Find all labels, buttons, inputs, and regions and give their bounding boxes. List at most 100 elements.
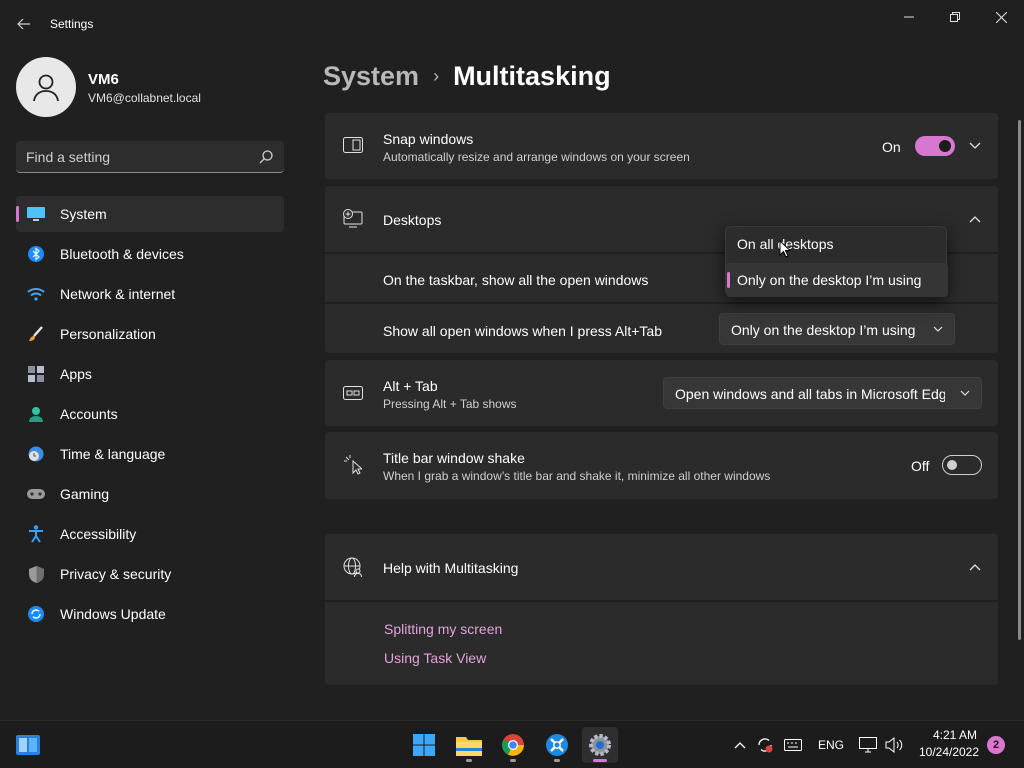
start-icon (413, 734, 435, 756)
help-link-task-view[interactable]: Using Task View (384, 650, 486, 666)
shield-icon (26, 565, 46, 583)
sync-icon[interactable] (756, 735, 774, 755)
sidebar-item-time-language[interactable]: Time & language (16, 436, 284, 472)
language-indicator[interactable]: ENG (814, 735, 848, 755)
sidebar-item-label: Privacy & security (60, 566, 172, 582)
close-icon (995, 11, 1007, 23)
shake-toggle[interactable] (942, 455, 982, 475)
file-explorer-button[interactable] (451, 727, 487, 763)
scrollbar[interactable] (1018, 120, 1021, 640)
snap-windows-title: Snap windows (383, 131, 474, 147)
shake-desc: When I grab a window’s title bar and sha… (383, 469, 771, 483)
search-icon (259, 150, 273, 164)
start-button[interactable] (406, 727, 442, 763)
alt-tab-select[interactable]: Open windows and all tabs in Microsoft E… (663, 377, 982, 409)
desktops-title: Desktops (383, 212, 442, 228)
chevron-up-icon[interactable] (967, 559, 983, 575)
bluetooth-icon (26, 245, 46, 263)
snap-windows-card[interactable]: Snap windows Automatically resize and ar… (325, 113, 998, 179)
snap-toggle-state: On (882, 139, 901, 155)
sidebar-item-bluetooth[interactable]: Bluetooth & devices (16, 236, 284, 272)
chevron-up-icon[interactable] (732, 735, 748, 755)
alt-tab-icon (342, 382, 364, 404)
taskbar-windows-label: On the taskbar, show all the open window… (383, 272, 649, 288)
update-icon (26, 605, 46, 623)
sidebar-item-label: Apps (60, 366, 92, 382)
taskbar: ENG (0, 720, 1024, 768)
gamepad-icon (26, 485, 46, 503)
running-indicator (554, 759, 560, 762)
settings-icon (589, 734, 611, 756)
chevron-down-icon[interactable] (967, 138, 983, 154)
alttab-windows-label: Show all open windows when I press Alt+T… (383, 323, 662, 339)
sidebar-item-gaming[interactable]: Gaming (16, 476, 284, 512)
sidebar-item-label: System (60, 206, 107, 222)
running-indicator (510, 759, 516, 762)
help-card[interactable]: Help with Multitasking (325, 534, 998, 600)
chevron-down-icon (960, 390, 970, 396)
alt-tab-title: Alt + Tab (383, 378, 438, 394)
file-explorer-icon (456, 737, 482, 756)
help-title: Help with Multitasking (383, 560, 519, 576)
chevron-up-icon[interactable] (967, 211, 983, 227)
sidebar-item-label: Bluetooth & devices (60, 246, 184, 262)
settings-button[interactable] (582, 727, 618, 763)
alt-tab-value: Open windows and all tabs in Microsoft E… (675, 386, 945, 402)
widgets-icon (16, 735, 40, 755)
pinned-app-button[interactable] (539, 727, 575, 763)
minimize-button[interactable] (894, 6, 924, 28)
chrome-icon (502, 734, 524, 756)
wifi-icon (26, 285, 46, 303)
user-name: VM6 (88, 71, 119, 88)
breadcrumb: System › Multitasking (323, 58, 611, 94)
shake-toggle-state: Off (911, 458, 930, 474)
brush-icon (26, 325, 46, 343)
sidebar-item-label: Gaming (60, 486, 110, 502)
volume-icon[interactable] (884, 735, 904, 755)
user-email: VM6@collabnet.local (88, 91, 201, 105)
avatar[interactable] (16, 57, 76, 117)
sidebar-item-accounts[interactable]: Accounts (16, 396, 284, 432)
clock-globe-icon (26, 445, 46, 463)
search-box[interactable] (16, 141, 284, 173)
back-arrow-icon (17, 18, 30, 30)
chrome-button[interactable] (495, 727, 531, 763)
snap-windows-desc: Automatically resize and arrange windows… (383, 150, 690, 164)
search-input[interactable] (26, 148, 246, 166)
sidebar-item-label: Network & internet (60, 286, 176, 302)
restore-icon (950, 12, 960, 22)
sidebar-item-privacy[interactable]: Privacy & security (16, 556, 284, 592)
sidebar-item-personalization[interactable]: Personalization (16, 316, 284, 352)
clock-time[interactable]: 4:21 AM (925, 728, 985, 742)
title-bar-shake-card: Title bar window shake When I grab a win… (325, 432, 998, 499)
notification-badge[interactable]: 2 (987, 736, 1005, 754)
chevron-down-icon (933, 326, 943, 332)
restore-button[interactable] (940, 6, 970, 28)
sidebar-item-system[interactable]: System (16, 196, 284, 232)
network-icon[interactable] (858, 735, 878, 755)
clock-date[interactable]: 10/24/2022 (914, 745, 984, 759)
alttab-desktops-select[interactable]: Only on the desktop I’m using (719, 313, 955, 345)
sidebar-item-apps[interactable]: Apps (16, 356, 284, 392)
sidebar-item-network[interactable]: Network & internet (16, 276, 284, 312)
mouse-pointer-icon (779, 240, 791, 258)
running-indicator (593, 759, 607, 762)
sidebar-item-accessibility[interactable]: Accessibility (16, 516, 284, 552)
snap-windows-icon (342, 134, 364, 156)
apps-icon (26, 365, 46, 383)
minimize-icon (904, 16, 914, 18)
app-title: Settings (50, 17, 94, 31)
widgets-button[interactable] (10, 727, 46, 763)
back-button[interactable] (12, 10, 36, 38)
chevron-right-icon: › (433, 65, 440, 86)
dropdown-option-current-desktop[interactable]: Only on the desktop I’m using (726, 263, 948, 297)
keyboard-icon[interactable] (784, 735, 802, 755)
sidebar-item-windows-update[interactable]: Windows Update (16, 596, 284, 632)
breadcrumb-parent[interactable]: System (323, 61, 419, 92)
help-link-splitting-screen[interactable]: Splitting my screen (384, 621, 502, 637)
snap-windows-toggle[interactable] (915, 136, 955, 156)
taskbar-desktops-dropdown[interactable]: On all desktops Only on the desktop I’m … (725, 226, 948, 297)
dropdown-option-all-desktops[interactable]: On all desktops (726, 227, 948, 261)
close-button[interactable] (986, 6, 1016, 28)
dropdown-option-label: Only on the desktop I’m using (737, 272, 922, 288)
